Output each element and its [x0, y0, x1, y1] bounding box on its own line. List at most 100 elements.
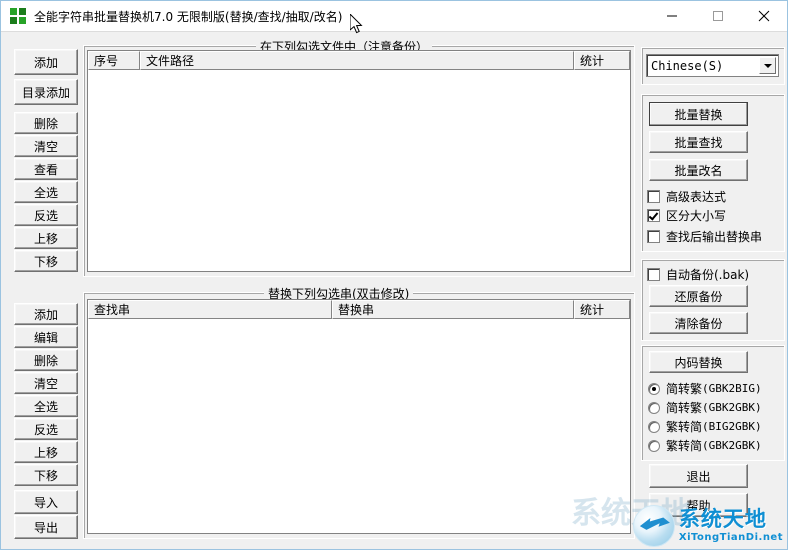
- minimize-button[interactable]: [649, 1, 695, 31]
- str-import-button[interactable]: 导入: [14, 490, 78, 514]
- str-add-button[interactable]: 添加: [14, 303, 78, 325]
- radio-gbk2big-simp-to-trad[interactable]: 简转繁 (GBK2BIG): [648, 380, 762, 397]
- file-view-button[interactable]: 查看: [14, 158, 78, 180]
- case-sensitive-checkbox[interactable]: 区分大小写: [647, 207, 726, 224]
- str-invert-button[interactable]: 反选: [14, 418, 78, 440]
- str-delete-button[interactable]: 删除: [14, 349, 78, 371]
- restore-backup-label: 还原备份: [674, 289, 723, 304]
- radio-code-1: (GBK2GBK): [702, 401, 762, 414]
- str-clear-button[interactable]: 清空: [14, 372, 78, 394]
- file-list-col-path[interactable]: 文件路径: [140, 51, 574, 70]
- radio-label-1: 简转繁: [666, 401, 703, 415]
- radio-label-2: 繁转简: [666, 420, 703, 434]
- window-controls: [649, 1, 787, 31]
- clear-backup-button[interactable]: 清除备份: [649, 312, 748, 334]
- checkbox-icon[interactable]: [647, 190, 660, 203]
- str-move-down-label: 下移: [33, 468, 58, 483]
- encoding-combo-value: Chinese(S): [651, 58, 724, 73]
- string-list-header: 查找串 替换串 统计: [88, 300, 630, 319]
- radio-icon[interactable]: [648, 420, 660, 433]
- file-select-all-label: 全选: [33, 185, 58, 200]
- radio-gbk2gbk-trad-to-simp[interactable]: 繁转简 (GBK2GBK): [648, 437, 762, 454]
- string-list-col-count[interactable]: 统计: [574, 300, 630, 319]
- radio-checked-icon[interactable]: [648, 382, 660, 395]
- str-import-label: 导入: [33, 495, 58, 510]
- str-move-up-button[interactable]: 上移: [14, 441, 78, 463]
- file-add-button[interactable]: 添加: [14, 49, 78, 75]
- file-list-header: 序号 文件路径 统计: [88, 51, 630, 70]
- batch-replace-label: 批量替换: [674, 107, 723, 122]
- str-move-down-button[interactable]: 下移: [14, 464, 78, 486]
- close-button[interactable]: [741, 1, 787, 31]
- exit-button[interactable]: 退出: [649, 464, 748, 488]
- chevron-down-icon[interactable]: [759, 57, 776, 74]
- batch-rename-button[interactable]: 批量改名: [649, 159, 748, 181]
- maximize-button[interactable]: [695, 1, 741, 31]
- file-clear-button[interactable]: 清空: [14, 135, 78, 157]
- advanced-expression-label: 高级表达式: [666, 190, 727, 204]
- string-list[interactable]: 查找串 替换串 统计: [87, 299, 631, 534]
- file-move-up-label: 上移: [33, 231, 58, 246]
- output-after-find-checkbox[interactable]: 查找后输出替换串: [647, 228, 762, 245]
- file-list-col-count[interactable]: 统计: [574, 51, 630, 70]
- str-select-all-label: 全选: [33, 399, 58, 414]
- checkbox-checked-icon[interactable]: [647, 209, 660, 222]
- checkbox-icon[interactable]: [647, 268, 660, 281]
- advanced-expression-checkbox[interactable]: 高级表达式: [647, 188, 726, 205]
- radio-code-2: (BIG2GBK): [702, 420, 762, 433]
- radio-code-3: (GBK2GBK): [702, 439, 762, 452]
- file-add-label: 添加: [33, 55, 58, 70]
- str-clear-label: 清空: [33, 376, 58, 391]
- file-delete-button[interactable]: 删除: [14, 112, 78, 134]
- exit-label: 退出: [686, 469, 711, 484]
- str-delete-label: 删除: [33, 353, 58, 368]
- encoding-convert-button[interactable]: 内码替换: [649, 351, 748, 373]
- case-sensitive-label: 区分大小写: [666, 209, 727, 223]
- file-invert-button[interactable]: 反选: [14, 204, 78, 226]
- str-invert-label: 反选: [33, 422, 58, 437]
- encoding-convert-label: 内码替换: [674, 355, 723, 370]
- file-move-up-button[interactable]: 上移: [14, 227, 78, 249]
- app-green-squares-icon: [10, 8, 26, 24]
- str-select-all-button[interactable]: 全选: [14, 395, 78, 417]
- help-button[interactable]: 帮助: [649, 493, 748, 517]
- file-list-body[interactable]: [88, 70, 630, 271]
- radio-big2gbk-trad-to-simp[interactable]: 繁转简 (BIG2GBK): [648, 418, 762, 435]
- file-delete-label: 删除: [33, 116, 58, 131]
- batch-replace-button[interactable]: 批量替换: [649, 102, 748, 126]
- batch-find-label: 批量查找: [674, 135, 723, 150]
- str-move-up-label: 上移: [33, 445, 58, 460]
- str-export-button[interactable]: 导出: [14, 515, 78, 539]
- file-list-col-index[interactable]: 序号: [88, 51, 140, 70]
- radio-label-3: 繁转简: [666, 439, 703, 453]
- encoding-combo[interactable]: Chinese(S): [646, 54, 779, 77]
- string-list-body[interactable]: [88, 319, 630, 533]
- file-move-down-button[interactable]: 下移: [14, 250, 78, 272]
- output-after-find-label: 查找后输出替换串: [666, 230, 763, 244]
- file-add-dir-button[interactable]: 目录添加: [14, 79, 78, 105]
- radio-label-0: 简转繁: [666, 382, 703, 396]
- batch-find-button[interactable]: 批量查找: [649, 131, 748, 153]
- string-list-col-replace[interactable]: 替换串: [332, 300, 574, 319]
- file-list[interactable]: 序号 文件路径 统计: [87, 50, 631, 272]
- radio-icon[interactable]: [648, 439, 660, 452]
- str-edit-button[interactable]: 编辑: [14, 326, 78, 348]
- auto-backup-checkbox[interactable]: 自动备份(.bak): [647, 266, 749, 283]
- clear-backup-label: 清除备份: [674, 316, 723, 331]
- restore-backup-button[interactable]: 还原备份: [649, 285, 748, 307]
- radio-icon[interactable]: [648, 401, 660, 414]
- radio-code-0: (GBK2BIG): [702, 382, 762, 395]
- checkbox-icon[interactable]: [647, 230, 660, 243]
- file-invert-label: 反选: [33, 208, 58, 223]
- file-clear-label: 清空: [33, 139, 58, 154]
- radio-gbk2gbk-simp-to-trad[interactable]: 简转繁 (GBK2GBK): [648, 399, 762, 416]
- file-select-all-button[interactable]: 全选: [14, 181, 78, 203]
- watermark-url: XiTongTianDi.net: [678, 532, 783, 543]
- auto-backup-label: 自动备份(.bak): [666, 268, 750, 282]
- file-move-down-label: 下移: [33, 254, 58, 269]
- help-label: 帮助: [686, 498, 711, 513]
- file-add-dir-label: 目录添加: [21, 85, 70, 100]
- string-list-col-find[interactable]: 查找串: [88, 300, 332, 319]
- application-window: 全能字符串批量替换机7.0 无限制版(替换/查找/抽取/改名) 添加 目录添加 …: [0, 0, 788, 550]
- batch-rename-label: 批量改名: [674, 163, 723, 178]
